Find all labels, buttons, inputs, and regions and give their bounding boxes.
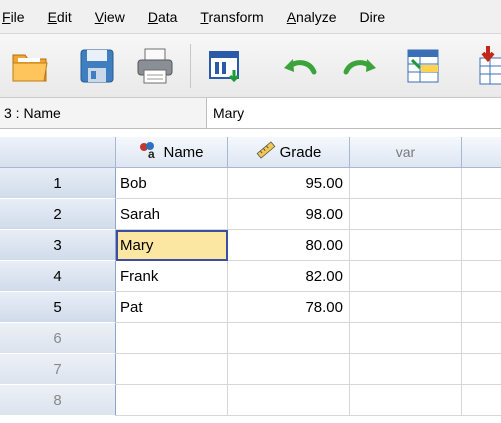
menu-file[interactable]: File: [0, 9, 36, 25]
table-row: 3 Mary 80.00: [0, 230, 501, 261]
table-row: 6: [0, 323, 501, 354]
cell-info-bar: 3 : Name Mary: [0, 98, 501, 129]
cell-extra[interactable]: [462, 199, 501, 230]
cell-extra[interactable]: [462, 230, 501, 261]
cell-var[interactable]: [350, 199, 462, 230]
toolbar-separator: [190, 44, 191, 88]
table-row: 4 Frank 82.00: [0, 261, 501, 292]
row-header[interactable]: 5: [0, 292, 116, 323]
cell-extra[interactable]: [462, 385, 501, 416]
cell-name[interactable]: Mary: [116, 230, 228, 261]
undo-icon[interactable]: [280, 46, 320, 86]
cell-extra[interactable]: [462, 354, 501, 385]
cell-var[interactable]: [350, 230, 462, 261]
cell-var[interactable]: [350, 385, 462, 416]
menu-bar: File Edit View Data Transform Analyze Di…: [0, 0, 501, 34]
column-header-grade[interactable]: Grade: [228, 137, 350, 168]
menu-transform[interactable]: Transform: [188, 9, 274, 25]
open-folder-icon[interactable]: [10, 46, 50, 86]
menu-view[interactable]: View: [83, 9, 136, 25]
cell-grade[interactable]: 98.00: [228, 199, 350, 230]
column-header-row: a Name Grade var: [0, 137, 501, 168]
cell-var[interactable]: [350, 261, 462, 292]
redo-icon[interactable]: [340, 46, 380, 86]
insert-variable-icon[interactable]: [478, 46, 501, 86]
cell-name[interactable]: Frank: [116, 261, 228, 292]
cell-reference: 3 : Name: [0, 98, 207, 128]
table-row: 5 Pat 78.00: [0, 292, 501, 323]
row-header[interactable]: 4: [0, 261, 116, 292]
cell-extra[interactable]: [462, 168, 501, 199]
table-row: 7: [0, 354, 501, 385]
data-grid: a Name Grade var 1 Bob 95.00 2 Sarah 98.00 3 Ma…: [0, 137, 501, 423]
cell-name[interactable]: Bob: [116, 168, 228, 199]
cell-name[interactable]: Pat: [116, 292, 228, 323]
save-icon[interactable]: [78, 46, 118, 86]
menu-analyze[interactable]: Analyze: [275, 9, 348, 25]
row-header[interactable]: 8: [0, 385, 116, 416]
row-header[interactable]: 7: [0, 354, 116, 385]
cell-extra[interactable]: [462, 292, 501, 323]
cell-grade[interactable]: 80.00: [228, 230, 350, 261]
cell-name[interactable]: [116, 354, 228, 385]
column-header-var[interactable]: var: [350, 137, 462, 168]
column-header-name[interactable]: a Name: [116, 137, 228, 168]
scale-ruler-icon: [256, 141, 276, 163]
row-header[interactable]: 3: [0, 230, 116, 261]
cell-var[interactable]: [350, 354, 462, 385]
dialog-recall-icon[interactable]: [206, 46, 246, 86]
cell-grade[interactable]: [228, 354, 350, 385]
cell-extra[interactable]: [462, 323, 501, 354]
cell-value-editor[interactable]: Mary: [213, 98, 244, 128]
nominal-measure-icon: a: [139, 141, 159, 163]
cell-name[interactable]: [116, 385, 228, 416]
goto-case-icon[interactable]: [404, 46, 444, 86]
cell-name[interactable]: Sarah: [116, 199, 228, 230]
toolbar: [0, 34, 501, 98]
menu-data[interactable]: Data: [136, 9, 189, 25]
menu-direct-marketing[interactable]: Dire: [348, 9, 397, 25]
cell-grade[interactable]: [228, 323, 350, 354]
cell-var[interactable]: [350, 323, 462, 354]
cell-grade[interactable]: [228, 385, 350, 416]
svg-text:a: a: [148, 147, 155, 159]
row-header[interactable]: 1: [0, 168, 116, 199]
cell-grade[interactable]: 95.00: [228, 168, 350, 199]
cell-var[interactable]: [350, 292, 462, 323]
column-header-extra[interactable]: [462, 137, 501, 168]
table-row: 8: [0, 385, 501, 416]
menu-edit[interactable]: Edit: [36, 9, 83, 25]
table-row: 1 Bob 95.00: [0, 168, 501, 199]
cell-grade[interactable]: 78.00: [228, 292, 350, 323]
row-header[interactable]: 2: [0, 199, 116, 230]
cell-var[interactable]: [350, 168, 462, 199]
table-row: 2 Sarah 98.00: [0, 199, 501, 230]
row-header[interactable]: 6: [0, 323, 116, 354]
cell-name[interactable]: [116, 323, 228, 354]
print-icon[interactable]: [135, 46, 175, 86]
grid-corner[interactable]: [0, 137, 116, 168]
cell-extra[interactable]: [462, 261, 501, 292]
cell-grade[interactable]: 82.00: [228, 261, 350, 292]
